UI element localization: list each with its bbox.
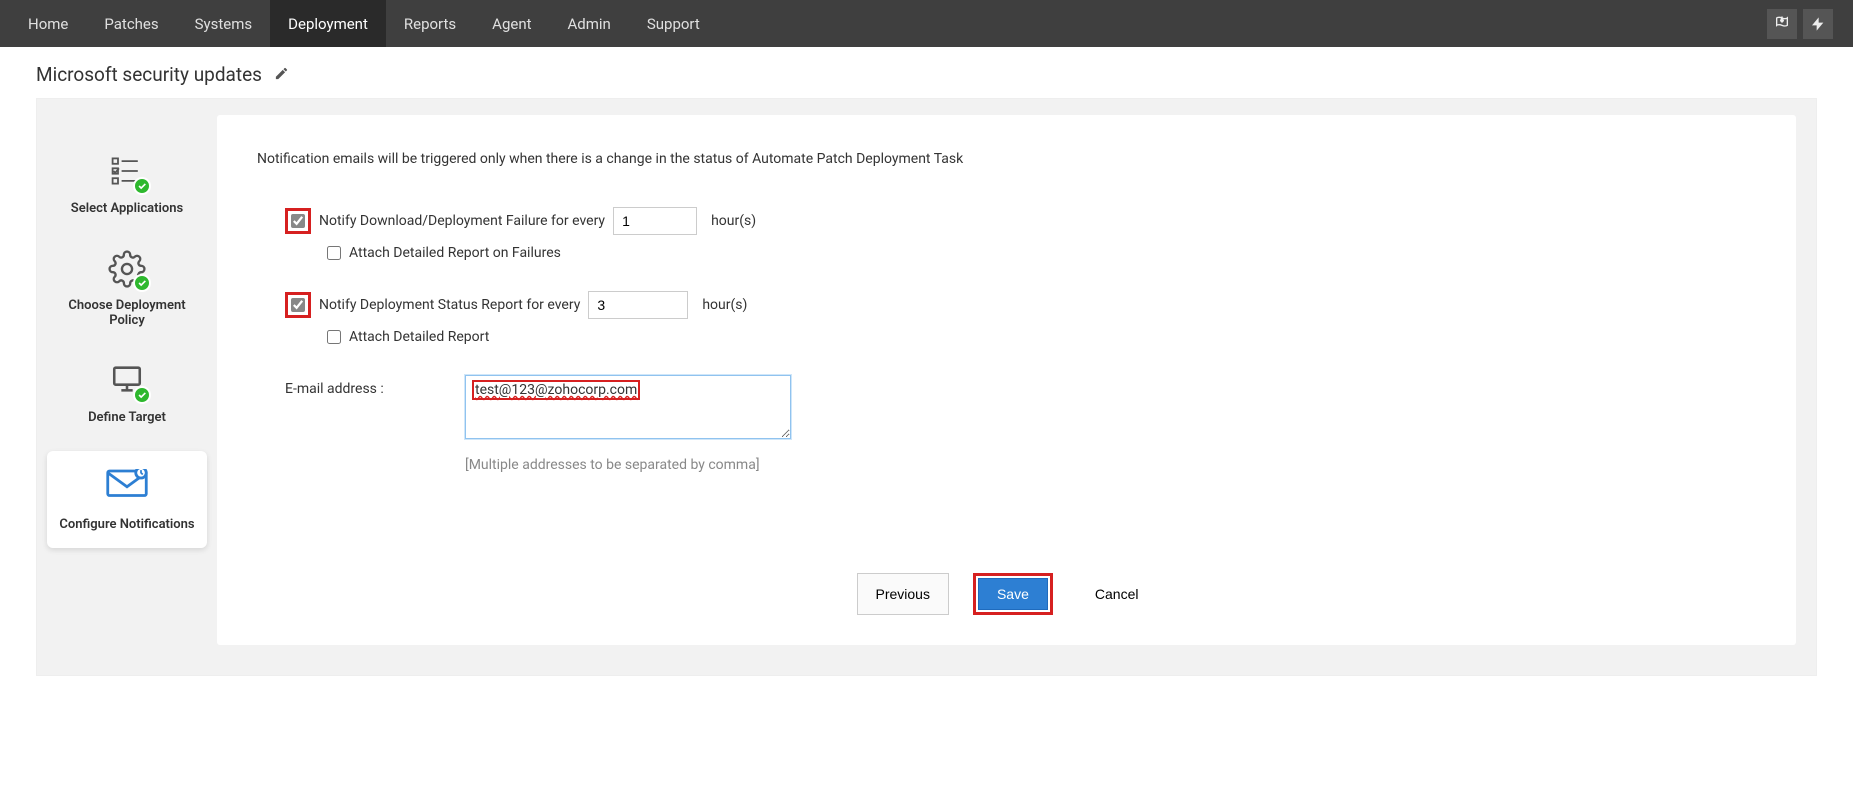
wizard-area: Select Applications Choose Deployment Po… bbox=[36, 98, 1817, 676]
top-nav: Home Patches Systems Deployment Reports … bbox=[0, 0, 1853, 47]
step-configure-notifications[interactable]: Configure Notifications bbox=[47, 451, 207, 548]
list-check-icon bbox=[53, 153, 201, 193]
notify-failure-hours-input[interactable] bbox=[613, 207, 697, 235]
rocket-icon[interactable] bbox=[1767, 9, 1797, 39]
envelope-icon bbox=[53, 469, 201, 509]
monitor-icon bbox=[53, 362, 201, 402]
content-panel: Notification emails will be triggered on… bbox=[217, 115, 1796, 645]
gear-icon bbox=[53, 250, 201, 290]
highlight-box: Save bbox=[973, 573, 1053, 615]
attach-status-report-checkbox[interactable] bbox=[327, 330, 341, 344]
attach-failure-row: Attach Detailed Report on Failures bbox=[257, 245, 1756, 261]
notify-status-hours-input[interactable] bbox=[588, 291, 688, 319]
nav-home[interactable]: Home bbox=[10, 0, 86, 47]
check-badge-icon bbox=[133, 177, 151, 195]
wizard-steps: Select Applications Choose Deployment Po… bbox=[37, 115, 217, 645]
save-button[interactable]: Save bbox=[978, 578, 1048, 610]
nav-agent[interactable]: Agent bbox=[474, 0, 549, 47]
notify-status-checkbox[interactable] bbox=[291, 298, 305, 312]
nav-admin[interactable]: Admin bbox=[550, 0, 629, 47]
nav-support[interactable]: Support bbox=[629, 0, 718, 47]
email-textarea[interactable] bbox=[465, 375, 791, 439]
highlight-box bbox=[285, 208, 311, 234]
intro-text: Notification emails will be triggered on… bbox=[257, 151, 1756, 167]
button-row: Previous Save Cancel bbox=[257, 573, 1756, 615]
units-label: hour(s) bbox=[702, 297, 747, 313]
step-label: Configure Notifications bbox=[53, 517, 201, 532]
highlight-box bbox=[285, 292, 311, 318]
email-label: E-mail address : bbox=[285, 375, 415, 397]
previous-button[interactable]: Previous bbox=[857, 573, 949, 615]
notify-failure-checkbox[interactable] bbox=[291, 214, 305, 228]
check-badge-icon bbox=[133, 274, 151, 292]
nav-reports[interactable]: Reports bbox=[386, 0, 474, 47]
step-select-applications[interactable]: Select Applications bbox=[47, 135, 207, 232]
edit-title-icon[interactable] bbox=[274, 63, 289, 86]
step-label: Select Applications bbox=[53, 201, 201, 216]
notify-status-row: Notify Deployment Status Report for ever… bbox=[257, 291, 1756, 319]
nav-patches[interactable]: Patches bbox=[86, 0, 176, 47]
cancel-button[interactable]: Cancel bbox=[1077, 573, 1157, 615]
nav-right bbox=[1767, 0, 1833, 47]
attach-status-row: Attach Detailed Report bbox=[257, 329, 1756, 345]
attach-status-label: Attach Detailed Report bbox=[349, 329, 489, 345]
notify-status-label: Notify Deployment Status Report for ever… bbox=[319, 297, 580, 313]
nav-systems[interactable]: Systems bbox=[177, 0, 271, 47]
notify-failure-row: Notify Download/Deployment Failure for e… bbox=[257, 207, 1756, 235]
attach-failure-report-checkbox[interactable] bbox=[327, 246, 341, 260]
email-row: E-mail address : test@123@zohocorp.com [… bbox=[257, 375, 1756, 473]
nav-deployment[interactable]: Deployment bbox=[270, 0, 386, 47]
nav-left: Home Patches Systems Deployment Reports … bbox=[10, 0, 718, 47]
step-label: Define Target bbox=[53, 410, 201, 425]
page-title: Microsoft security updates bbox=[36, 63, 262, 86]
units-label: hour(s) bbox=[711, 213, 756, 229]
notify-failure-label: Notify Download/Deployment Failure for e… bbox=[319, 213, 605, 229]
step-label: Choose Deployment Policy bbox=[53, 298, 201, 328]
check-badge-icon bbox=[133, 386, 151, 404]
step-choose-deployment-policy[interactable]: Choose Deployment Policy bbox=[47, 232, 207, 344]
page-title-bar: Microsoft security updates bbox=[0, 47, 1853, 98]
bolt-icon[interactable] bbox=[1803, 9, 1833, 39]
attach-failure-label: Attach Detailed Report on Failures bbox=[349, 245, 561, 261]
step-define-target[interactable]: Define Target bbox=[47, 344, 207, 441]
email-hint: [Multiple addresses to be separated by c… bbox=[465, 457, 791, 473]
